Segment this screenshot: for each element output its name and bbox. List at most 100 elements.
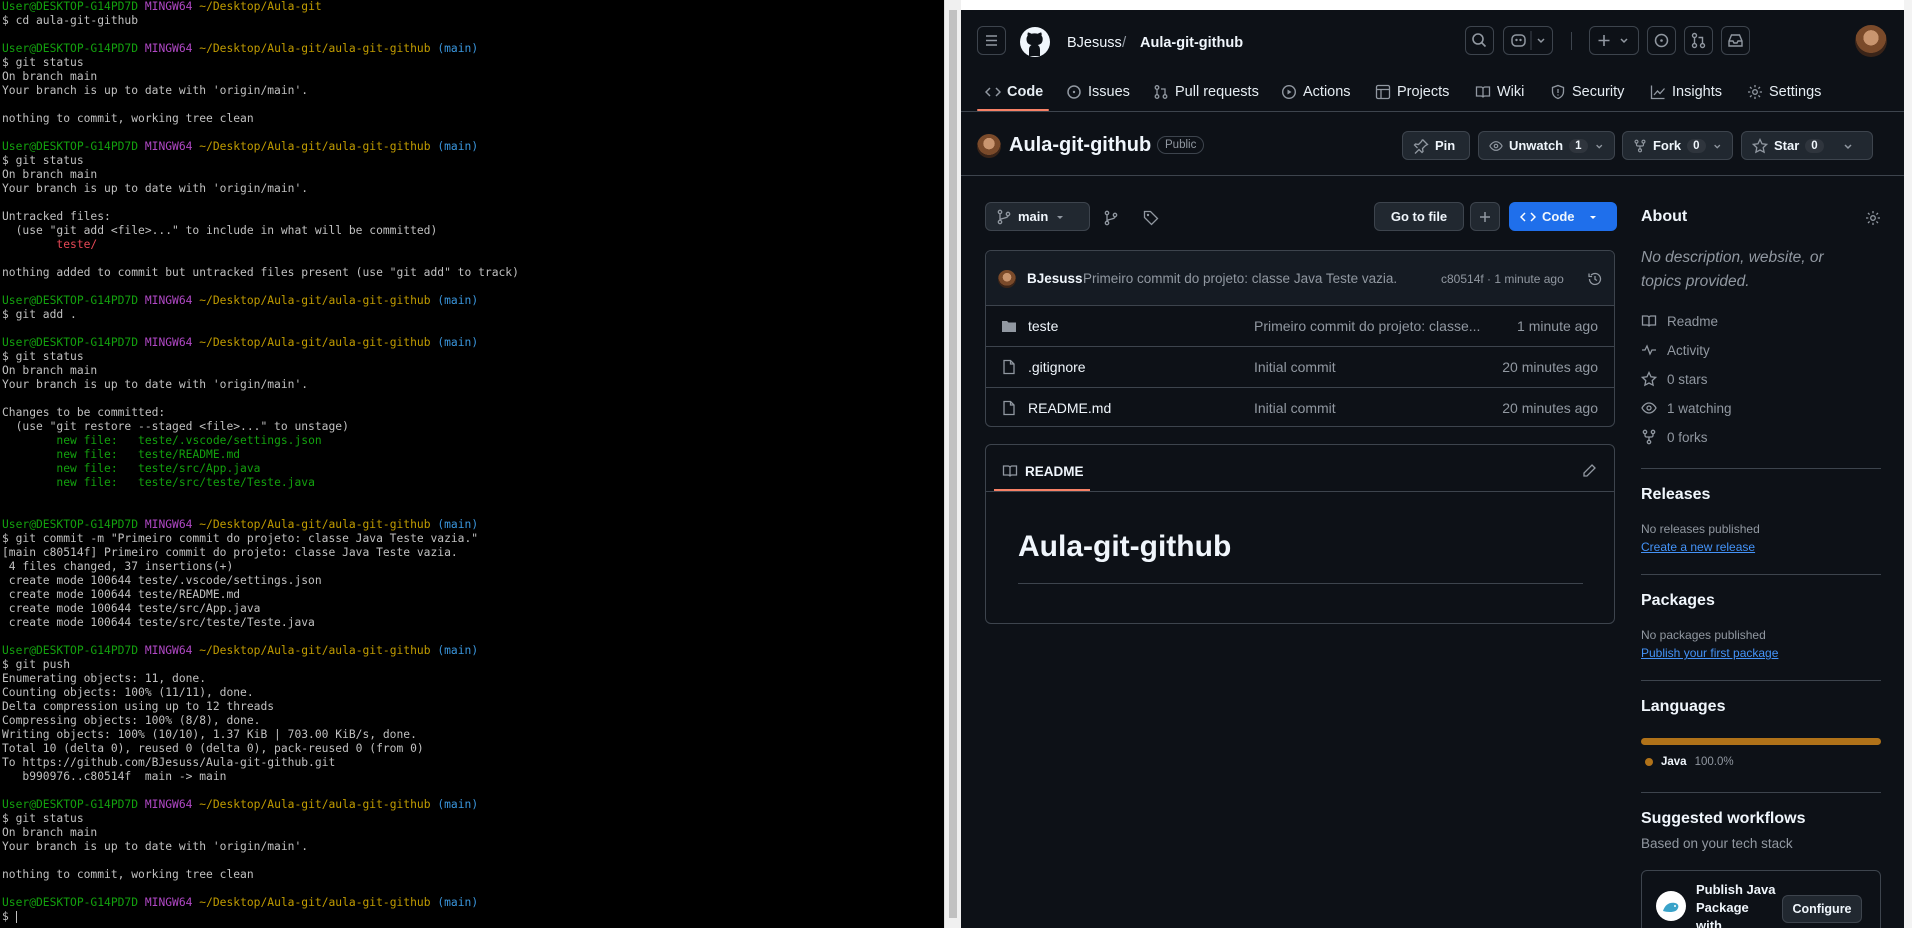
search-button[interactable] — [1465, 26, 1494, 55]
chevron-down-icon[interactable] — [1594, 140, 1604, 152]
configure-button[interactable]: Configure — [1782, 895, 1862, 923]
file-row[interactable]: README.md Initial commit 20 minutes ago — [986, 387, 1614, 426]
breadcrumb-owner[interactable]: BJesuss — [1067, 35, 1122, 51]
readme-header-divider — [986, 491, 1614, 492]
file-name[interactable]: teste — [1028, 318, 1058, 334]
issues-button[interactable] — [1647, 26, 1676, 55]
tab-insights[interactable]: Insights — [1650, 78, 1722, 106]
create-new-button[interactable] — [1589, 26, 1639, 55]
file-icon — [1003, 400, 1015, 416]
terminal-text: To https://github.com/BJesuss/Aula-git-g… — [2, 756, 336, 769]
pin-button[interactable]: Pin — [1402, 131, 1470, 160]
terminal-line: Your branch is up to date with 'origin/m… — [2, 378, 944, 392]
terminal-line: $ git commit -m "Primeiro commit do proj… — [2, 532, 944, 546]
unwatch-button[interactable]: Unwatch 1 — [1478, 131, 1615, 160]
readme-tab[interactable]: README — [994, 459, 1092, 483]
fork-button[interactable]: Fork 0 — [1622, 131, 1733, 160]
tab-pull-requests[interactable]: Pull requests — [1153, 78, 1259, 106]
gear-icon[interactable] — [1865, 210, 1881, 226]
tab-wiki[interactable]: Wiki — [1475, 78, 1524, 106]
terminal-text: User@DESKTOP-G14PD7D — [2, 798, 139, 811]
terminal-text: ~/Desktop/Aula-git/aula-git-github — [199, 336, 431, 349]
commit-meta[interactable]: c80514f · 1 minute ago — [1441, 272, 1564, 286]
code-icon — [985, 87, 1001, 97]
book-icon — [1475, 86, 1491, 98]
plus-icon — [1598, 35, 1628, 46]
file-table: BJesuss Primeiro commit do projeto: clas… — [985, 250, 1615, 427]
terminal-text: create mode 100644 teste/src/teste/Teste… — [2, 616, 315, 629]
packages-title[interactable]: Packages — [1641, 592, 1715, 610]
terminal-line: new file: teste/README.md — [2, 448, 944, 462]
publish-package-link[interactable]: Publish your first package — [1641, 646, 1778, 660]
terminal-text: ~/Desktop/Aula-git/aula-git-github — [199, 42, 431, 55]
copilot-button[interactable] — [1503, 26, 1553, 55]
commit-author[interactable]: BJesuss — [1027, 271, 1083, 286]
watch-count: 1 — [1569, 138, 1588, 153]
tab-projects[interactable]: Projects — [1375, 78, 1449, 106]
file-name[interactable]: README.md — [1028, 400, 1111, 416]
about-item-stars[interactable]: 0 stars — [1641, 371, 1708, 387]
menu-button[interactable] — [977, 26, 1006, 55]
releases-title[interactable]: Releases — [1641, 486, 1710, 504]
terminal-text: User@DESKTOP-G14PD7D — [2, 644, 139, 657]
file-row[interactable]: .gitignore Initial commit 20 minutes ago — [986, 346, 1614, 387]
about-item-watching[interactable]: 1 watching — [1641, 400, 1732, 416]
branches-button[interactable] — [1103, 210, 1119, 226]
github-logo[interactable] — [1019, 26, 1051, 58]
terminal-line: User@DESKTOP-G14PD7D MINGW64 ~/Desktop/A… — [2, 896, 944, 910]
table-icon — [1375, 84, 1391, 100]
about-item-activity[interactable]: Activity — [1641, 342, 1710, 358]
code-button[interactable]: Code — [1509, 202, 1617, 231]
terminal-line: On branch main — [2, 826, 944, 840]
file-row[interactable]: teste Primeiro commit do projeto: classe… — [986, 305, 1614, 346]
create-release-link[interactable]: Create a new release — [1641, 540, 1755, 554]
tab-settings[interactable]: Settings — [1747, 78, 1821, 106]
star-count: 0 — [1805, 138, 1824, 153]
pencil-icon[interactable] — [1581, 463, 1597, 479]
file-commit-message[interactable]: Initial commit — [1254, 359, 1336, 375]
tab-actions[interactable]: Actions — [1281, 78, 1351, 106]
latest-commit-bar: BJesuss Primeiro commit do projeto: clas… — [986, 251, 1614, 305]
terminal-line: Counting objects: 100% (11/11), done. — [2, 686, 944, 700]
about-item-readme[interactable]: Readme — [1641, 313, 1718, 329]
terminal-text: On branch main — [2, 70, 98, 83]
terminal-text: new file: teste/README.md — [56, 448, 241, 461]
avatar[interactable] — [1855, 25, 1887, 57]
repo-title[interactable]: Aula-git-github — [1009, 134, 1151, 157]
terminal-scrollbar[interactable] — [944, 0, 961, 928]
add-file-button[interactable] — [1470, 202, 1500, 231]
language-item[interactable]: Java 100.0% — [1645, 756, 1734, 768]
terminal-text: $ — [2, 910, 16, 923]
pull-requests-button[interactable] — [1684, 26, 1713, 55]
terminal-output[interactable]: User@DESKTOP-G14PD7D MINGW64 ~/Desktop/A… — [0, 0, 944, 928]
go-to-file-button[interactable]: Go to file — [1374, 202, 1464, 231]
tab-issues[interactable]: Issues — [1066, 78, 1130, 106]
chevron-down-icon[interactable] — [1842, 140, 1854, 152]
tags-button[interactable] — [1143, 210, 1159, 226]
tab-security[interactable]: Security — [1550, 78, 1624, 106]
tab-code[interactable]: Code — [985, 78, 1043, 106]
file-commit-message[interactable]: Initial commit — [1254, 400, 1336, 416]
workflow-logo — [1656, 891, 1686, 921]
workflow-card-title[interactable]: Publish Java Package with — [1696, 881, 1776, 928]
terminal-text: new file: teste/.vscode/settings.json — [56, 434, 322, 447]
terminal-line: Your branch is up to date with 'origin/m… — [2, 840, 944, 854]
file-commit-message[interactable]: Primeiro commit do projeto: classe... — [1254, 318, 1480, 334]
inbox-button[interactable] — [1721, 26, 1750, 55]
browser-scrollbar[interactable] — [1904, 0, 1912, 928]
history-icon[interactable] — [1587, 271, 1603, 287]
commit-message[interactable]: Primeiro commit do projeto: classe Java … — [1083, 271, 1397, 286]
breadcrumb-repo[interactable]: Aula-git-github — [1140, 35, 1243, 51]
file-name[interactable]: .gitignore — [1028, 359, 1086, 375]
about-item-forks[interactable]: 0 forks — [1641, 429, 1708, 445]
terminal-line: Your branch is up to date with 'origin/m… — [2, 84, 944, 98]
terminal-line: $ git status — [2, 812, 944, 826]
terminal-scroll-thumb[interactable] — [949, 10, 957, 918]
chevron-down-icon[interactable] — [1712, 140, 1722, 152]
branch-select[interactable]: main — [985, 202, 1090, 231]
star-button[interactable]: Star 0 — [1741, 131, 1873, 160]
readme-tab-label: README — [1025, 463, 1084, 479]
terminal-text: Enumerating objects: 11, done. — [2, 672, 207, 685]
